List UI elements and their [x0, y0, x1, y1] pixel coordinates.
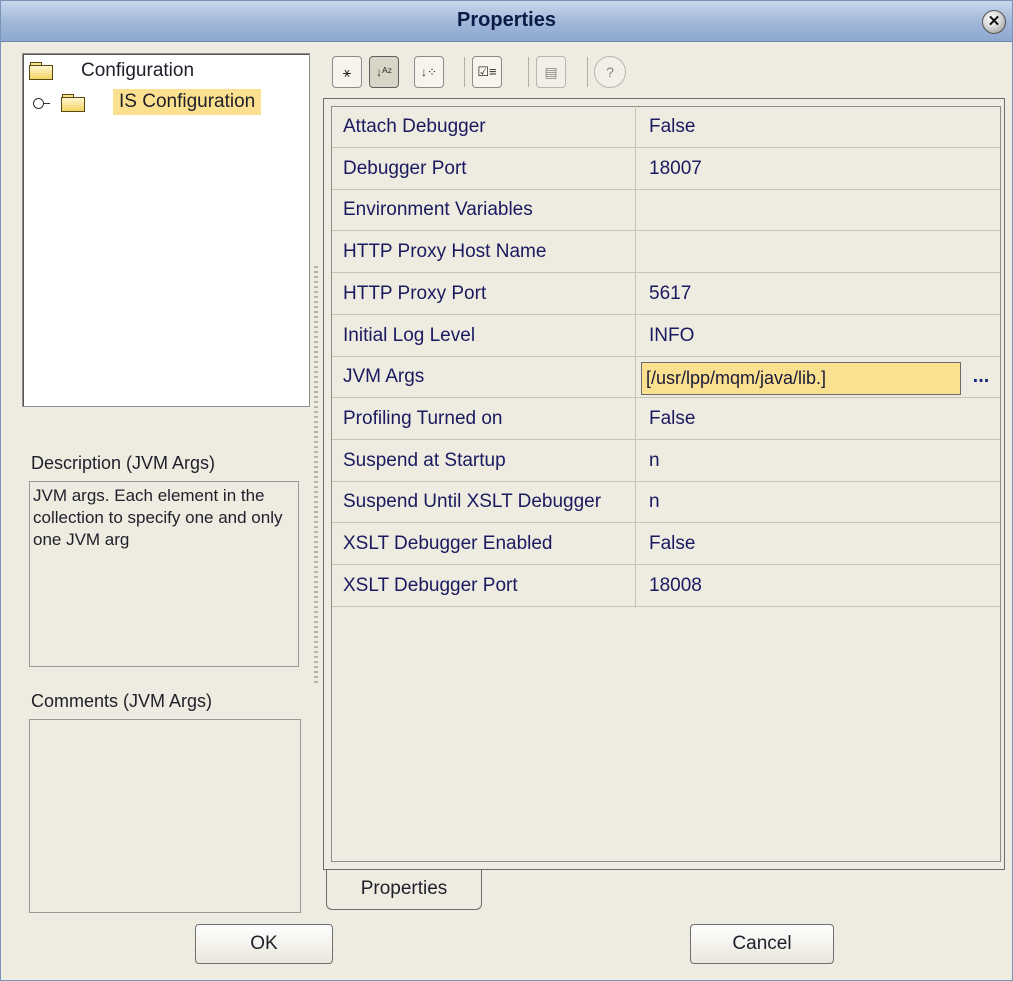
tab-properties[interactable]: Properties — [326, 870, 482, 910]
property-value[interactable]: INFO — [649, 325, 694, 347]
property-name: XSLT Debugger Port — [343, 575, 518, 596]
ok-button[interactable]: OK — [195, 924, 333, 964]
toolbar-separator — [464, 57, 465, 87]
property-value[interactable]: 18007 — [649, 158, 702, 180]
splitter-handle[interactable] — [314, 266, 318, 686]
property-row[interactable]: XSLT Debugger Port 18008 — [332, 566, 1000, 607]
sort-alpha-icon[interactable]: ↓ᴬᶻ — [369, 56, 399, 88]
jvm-args-input[interactable] — [641, 362, 961, 395]
tree-item-configuration[interactable]: Configuration — [29, 60, 289, 86]
expand-toggle-icon[interactable] — [33, 98, 50, 112]
help-icon[interactable]: ? — [594, 56, 626, 88]
toolbar-separator — [587, 57, 588, 87]
property-name: HTTP Proxy Port — [343, 283, 487, 304]
property-name: Profiling Turned on — [343, 408, 503, 429]
property-value[interactable]: False — [649, 408, 695, 430]
configuration-tree[interactable]: Configuration IS Configuration — [22, 53, 310, 407]
property-row[interactable]: Suspend at Startup n — [332, 441, 1000, 482]
sort-category-icon[interactable]: ↓⁘ — [414, 56, 444, 88]
property-value[interactable]: 18008 — [649, 575, 702, 597]
cancel-button[interactable]: Cancel — [690, 924, 834, 964]
folder-icon — [61, 94, 85, 112]
property-name: Debugger Port — [343, 158, 467, 179]
title-bar[interactable]: Properties ✕ — [1, 1, 1012, 42]
property-row[interactable]: Suspend Until XSLT Debugger n — [332, 482, 1000, 523]
property-row[interactable]: HTTP Proxy Host Name — [332, 232, 1000, 273]
close-icon[interactable]: ✕ — [982, 10, 1006, 34]
property-value[interactable]: n — [649, 450, 660, 472]
property-row[interactable]: Environment Variables — [332, 190, 1000, 231]
property-value[interactable]: 5617 — [649, 283, 691, 305]
property-value[interactable]: n — [649, 491, 660, 513]
property-name: Suspend at Startup — [343, 450, 506, 471]
property-row[interactable]: Profiling Turned on False — [332, 399, 1000, 440]
tree-item-label: Configuration — [81, 60, 195, 81]
tree-item-is-configuration[interactable]: IS Configuration — [29, 89, 304, 118]
properties-dialog: Properties ✕ Configuration IS Configurat… — [0, 0, 1013, 981]
checklist-icon[interactable]: ☑≡ — [472, 56, 502, 88]
property-value[interactable]: False — [649, 116, 695, 138]
comments-field[interactable] — [29, 719, 301, 913]
column-separator — [635, 106, 636, 608]
comments-label: Comments (JVM Args) — [31, 691, 213, 711]
property-name: JVM Args — [343, 366, 425, 387]
property-value[interactable]: False — [649, 533, 695, 555]
description-text: JVM args. Each element in the collection… — [29, 481, 299, 667]
toolbar-separator — [528, 57, 529, 87]
property-row[interactable]: Debugger Port 18007 — [332, 149, 1000, 190]
folder-icon — [29, 62, 53, 80]
description-label: Description (JVM Args) — [31, 453, 216, 473]
property-row[interactable]: HTTP Proxy Port 5617 — [332, 274, 1000, 315]
property-row[interactable]: Initial Log Level INFO — [332, 316, 1000, 357]
property-name: XSLT Debugger Enabled — [343, 533, 553, 554]
tree-item-label: IS Configuration — [113, 89, 262, 115]
property-name: Suspend Until XSLT Debugger — [343, 491, 602, 512]
property-name: Initial Log Level — [343, 325, 476, 346]
property-name: Environment Variables — [343, 199, 533, 220]
categorized-icon[interactable]: ⚹ — [332, 56, 362, 88]
property-name: Attach Debugger — [343, 116, 486, 137]
window-title: Properties — [457, 9, 556, 31]
property-name: HTTP Proxy Host Name — [343, 241, 547, 262]
jvm-args-ellipsis-button[interactable]: ... — [966, 362, 996, 395]
property-pages-icon[interactable]: ▤ — [536, 56, 566, 88]
property-row[interactable]: Attach Debugger False — [332, 107, 1000, 148]
property-row[interactable]: XSLT Debugger Enabled False — [332, 524, 1000, 565]
